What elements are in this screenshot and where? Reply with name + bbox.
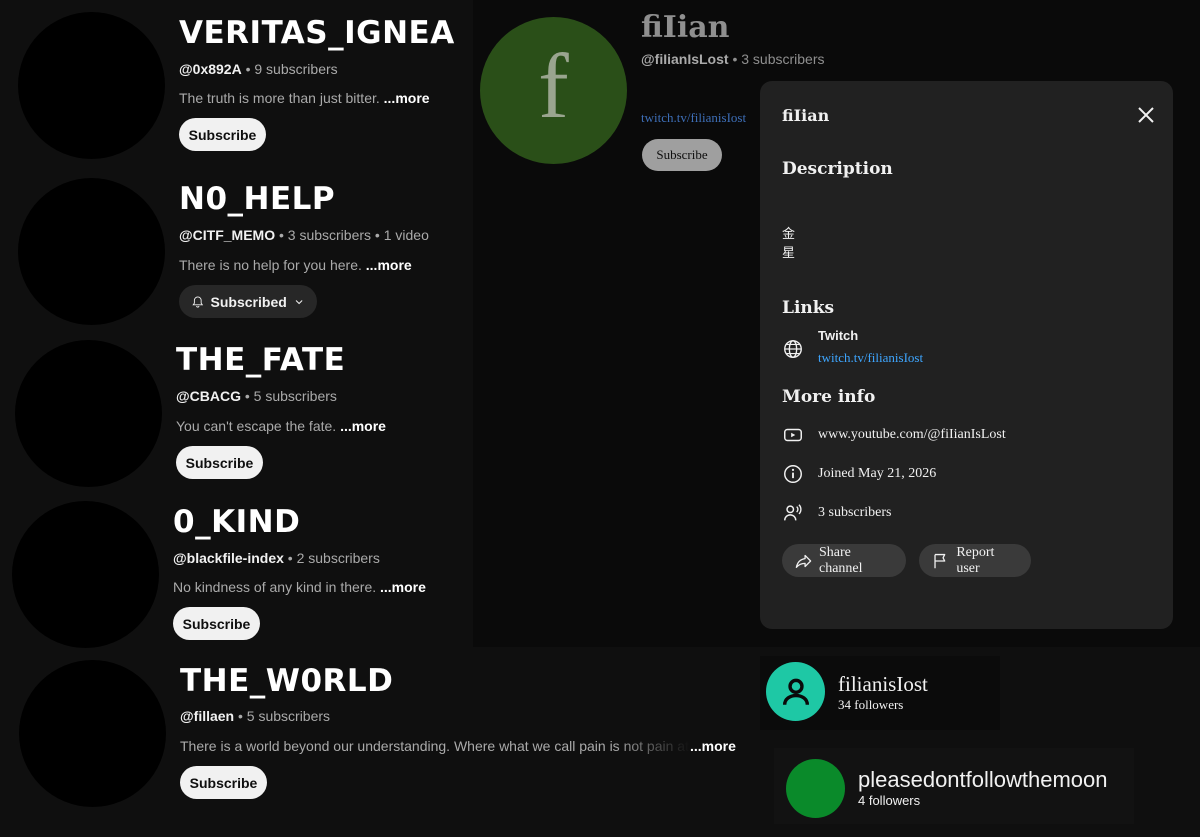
avatar-letter: f bbox=[538, 34, 569, 137]
link-url[interactable]: twitch.tv/filianisIost bbox=[818, 350, 923, 366]
close-icon[interactable] bbox=[1136, 105, 1156, 125]
featured-stats: • 3 subscribers bbox=[732, 51, 825, 67]
channel-handle: @CBACG bbox=[176, 388, 241, 404]
links-heading: Links bbox=[782, 298, 835, 318]
channel-description: There is a world beyond our understandin… bbox=[180, 738, 690, 754]
featured-link[interactable]: twitch.tv/filianisIost bbox=[641, 110, 746, 126]
description-heading: Description bbox=[782, 159, 893, 179]
featured-meta: @fiIianIsLost • 3 subscribers bbox=[641, 51, 825, 67]
more-link[interactable]: ...more bbox=[384, 90, 430, 106]
channel-title[interactable]: VERITAS_IGNEA bbox=[179, 15, 455, 51]
channel-avatar[interactable] bbox=[18, 178, 165, 325]
channel-handle: @0x892A bbox=[179, 61, 242, 77]
joined-date: Joined May 21, 2026 bbox=[818, 466, 937, 481]
joined-row: Joined May 21, 2026 bbox=[782, 463, 936, 485]
channel-description: No kindness of any kind in there. ...mor… bbox=[173, 579, 426, 595]
channel-avatar[interactable] bbox=[18, 12, 165, 159]
channel-handle: @fillaen bbox=[180, 708, 235, 724]
more-link[interactable]: ...more bbox=[366, 257, 412, 273]
follower-count: 4 followers bbox=[858, 793, 921, 808]
channel-description: You can't escape the fate. ...more bbox=[176, 418, 386, 434]
channel-stats: • 3 subscribers • 1 video bbox=[278, 227, 429, 243]
follower-card[interactable]: pleasedontfollowthemoon 4 followers bbox=[774, 748, 1134, 824]
channel-url-row: www.youtube.com/@fiIianIsLost bbox=[782, 424, 1006, 446]
report-label: Report user bbox=[956, 544, 995, 576]
channel-meta: @blackfile-index • 2 subscribers bbox=[173, 550, 380, 566]
link-name: Twitch bbox=[818, 328, 859, 343]
subscribe-button[interactable]: Subscribe bbox=[176, 446, 263, 479]
share-channel-button[interactable]: Share channel bbox=[782, 544, 906, 577]
more-link[interactable]: ...more bbox=[690, 738, 736, 754]
channel-description: There is no help for you here. ...more bbox=[179, 257, 412, 273]
description-line: 金 bbox=[782, 226, 796, 241]
channel-desc-text: You can't escape the fate. bbox=[176, 418, 337, 434]
channel-meta: @fillaen • 5 subscribers bbox=[180, 708, 330, 724]
share-label: Share channel bbox=[819, 544, 863, 576]
info-icon bbox=[784, 465, 802, 483]
chevron-down-icon bbox=[295, 299, 303, 304]
channel-handle: @blackfile-index bbox=[173, 550, 284, 566]
featured-subscribe-button[interactable]: Subscribe bbox=[642, 139, 722, 171]
follower-avatar bbox=[766, 662, 825, 721]
globe-icon bbox=[784, 340, 802, 358]
channel-title[interactable]: 0_KIND bbox=[173, 504, 300, 540]
featured-handle: @fiIianIsLost bbox=[641, 51, 729, 67]
subscribe-button[interactable]: Subscribe bbox=[180, 766, 267, 799]
subscriber-count: 3 subscribers bbox=[818, 505, 892, 520]
subscribers-icon bbox=[784, 504, 802, 521]
channel-title[interactable]: N0_HELP bbox=[179, 181, 335, 217]
channel-stats: • 2 subscribers bbox=[287, 550, 380, 566]
channel-avatar[interactable] bbox=[19, 660, 166, 807]
channel-stats: • 5 subscribers bbox=[238, 708, 331, 724]
follower-name: filianisIost bbox=[838, 672, 928, 696]
follower-count: 34 followers bbox=[838, 697, 904, 712]
channel-title[interactable]: THE_W0RLD bbox=[180, 663, 393, 699]
about-title: fiIian bbox=[782, 106, 830, 125]
about-dialog: fiIian Description 金 星 Links Twitch twit… bbox=[760, 81, 1173, 629]
channel-handle: @CITF_MEMO bbox=[179, 227, 276, 243]
more-link[interactable]: ...more bbox=[380, 579, 426, 595]
channel-desc-text: The truth is more than just bitter. bbox=[179, 90, 380, 106]
flag-icon bbox=[934, 553, 946, 568]
youtube-icon bbox=[784, 428, 802, 442]
channel-desc-text: No kindness of any kind in there. bbox=[173, 579, 377, 595]
channel-avatar[interactable] bbox=[15, 340, 162, 487]
description-line: 星 bbox=[782, 245, 796, 260]
subscribed-button[interactable]: Subscribed bbox=[179, 285, 317, 318]
channel-meta: @0x892A • 9 subscribers bbox=[179, 61, 338, 77]
channel-description: The truth is more than just bitter. ...m… bbox=[179, 90, 430, 106]
follower-name: pleasedontfollowthemoon bbox=[858, 767, 1108, 792]
channel-stats: • 9 subscribers bbox=[245, 61, 338, 77]
channel-meta: @CITF_MEMO • 3 subscribers • 1 video bbox=[179, 227, 429, 243]
more-link[interactable]: ...more bbox=[340, 418, 386, 434]
share-icon bbox=[795, 554, 812, 568]
channel-avatar[interactable] bbox=[12, 501, 159, 648]
channel-meta: @CBACG • 5 subscribers bbox=[176, 388, 337, 404]
subscribe-button[interactable]: Subscribe bbox=[179, 118, 266, 151]
channel-url[interactable]: www.youtube.com/@fiIianIsLost bbox=[818, 427, 1006, 443]
featured-avatar[interactable]: f bbox=[480, 17, 627, 164]
channel-stats: • 5 subscribers bbox=[244, 388, 337, 404]
follower-avatar bbox=[786, 759, 845, 818]
channel-title[interactable]: THE_FATE bbox=[176, 342, 345, 378]
report-user-button[interactable]: Report user bbox=[919, 544, 1031, 577]
featured-name: fiIian bbox=[641, 10, 730, 45]
more-info-heading: More info bbox=[782, 387, 876, 407]
subscribe-button[interactable]: Subscribe bbox=[173, 607, 260, 640]
channel-desc-text: There is no help for you here. bbox=[179, 257, 362, 273]
follower-card[interactable]: filianisIost 34 followers bbox=[760, 656, 1000, 730]
subscribed-label: Subscribed bbox=[210, 293, 287, 310]
bell-icon bbox=[192, 295, 204, 307]
subscribers-row: 3 subscribers bbox=[782, 502, 892, 524]
user-icon bbox=[782, 678, 809, 705]
